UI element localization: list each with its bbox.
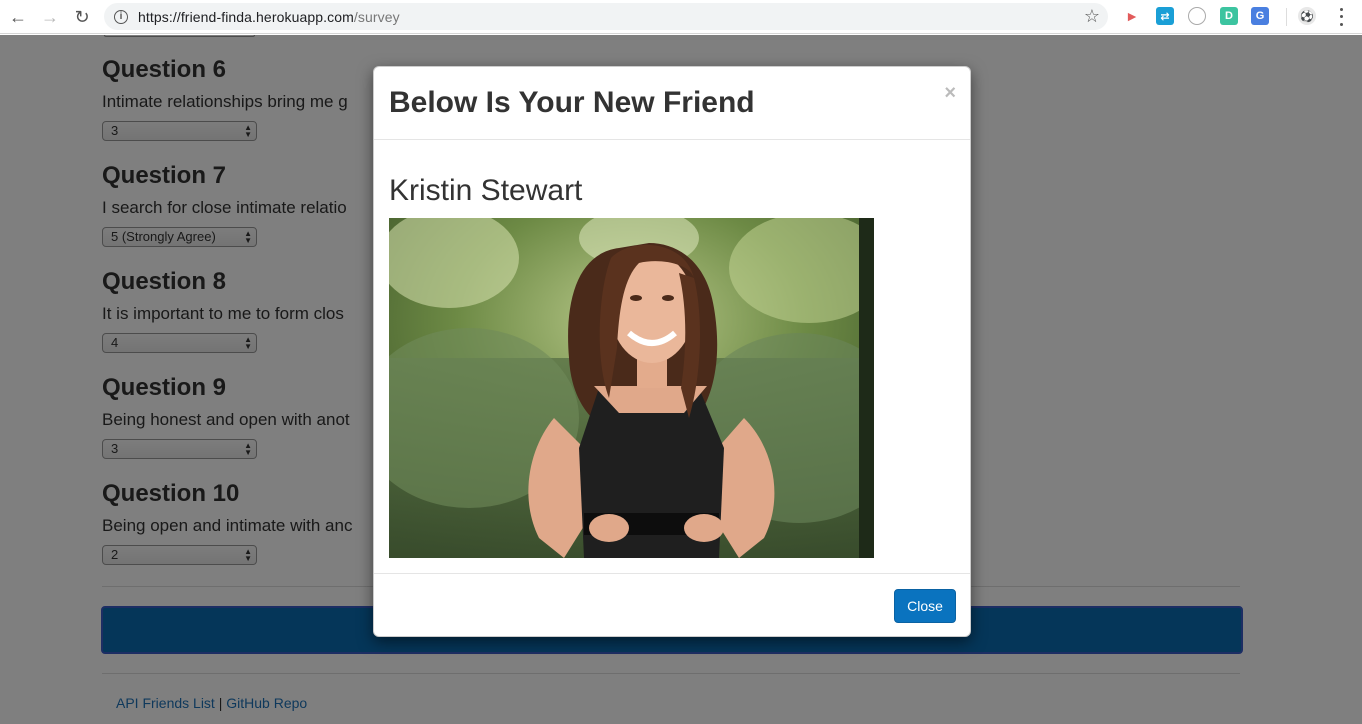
- url-path: /survey: [353, 8, 400, 25]
- close-icon[interactable]: ×: [944, 82, 956, 105]
- new-friend-modal: Below Is Your New Friend × Kristin Stewa…: [373, 66, 971, 637]
- back-arrow-icon[interactable]: ←: [2, 1, 34, 33]
- reload-icon[interactable]: ↻: [66, 1, 98, 33]
- info-icon[interactable]: i: [114, 9, 128, 24]
- friend-name: Kristin Stewart: [389, 174, 583, 207]
- browser-menu-icon[interactable]: [1336, 6, 1346, 28]
- extension-d-icon[interactable]: D: [1220, 7, 1238, 25]
- url-text: https://friend-finda.herokuapp.com/surve…: [138, 9, 400, 25]
- modal-title: Below Is Your New Friend: [389, 86, 755, 119]
- bookmark-star-icon[interactable]: ☆: [1084, 6, 1100, 27]
- friend-photo: [389, 218, 874, 558]
- friend-photo-image: [389, 218, 874, 558]
- extension-circle-icon[interactable]: [1188, 7, 1206, 25]
- close-button[interactable]: Close: [894, 589, 956, 623]
- toolbar-divider: [1286, 8, 1287, 26]
- extension-translate-icon[interactable]: G: [1251, 7, 1269, 25]
- url-host: https://friend-finda.herokuapp.com: [138, 8, 354, 25]
- extension-sync-icon[interactable]: ⇄: [1156, 7, 1174, 25]
- modal-header: Below Is Your New Friend ×: [374, 67, 970, 140]
- extension-pocket-icon[interactable]: ►: [1123, 7, 1141, 25]
- browser-toolbar: ← → ↻ i https://friend-finda.herokuapp.c…: [0, 0, 1362, 34]
- address-bar[interactable]: i https://friend-finda.herokuapp.com/sur…: [104, 3, 1108, 30]
- profile-avatar-icon[interactable]: ⚽: [1298, 7, 1316, 25]
- forward-arrow-icon[interactable]: →: [34, 1, 66, 33]
- modal-footer: Close: [374, 573, 970, 637]
